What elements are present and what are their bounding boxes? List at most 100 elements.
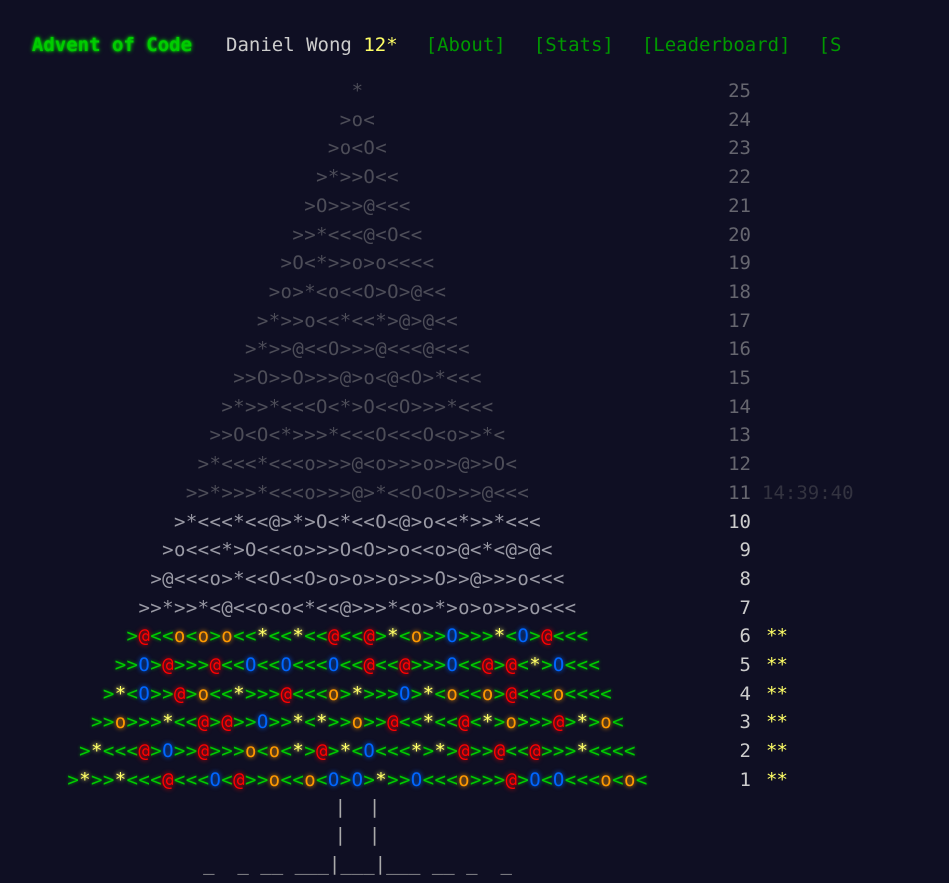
garland: < [150, 768, 163, 791]
garland: > [387, 768, 399, 791]
garland: > [529, 625, 542, 648]
day-number: 11 [728, 481, 751, 504]
calendar-day-25: * 25 [0, 77, 949, 106]
ornament-star: * [410, 740, 423, 763]
calendar-day-5[interactable]: >>O>@>>>@<<O<<O<<<O<<@<<@>>>O<<@>@<*>O<<… [0, 651, 949, 680]
calendar-day-23: >o<O< 23 [0, 134, 949, 163]
day-number: 9 [739, 539, 751, 562]
ornament-star: * [339, 740, 352, 763]
garland: > [339, 711, 352, 734]
day-stars: ** [766, 740, 788, 763]
tree-row-art: >>O>>O>>>@>o<@<O>*<<< [233, 367, 482, 389]
ornament-red: @ [316, 740, 328, 763]
ornament-red: @ [209, 654, 222, 676]
calendar-day-9[interactable]: >o<<<*>O<<<o>>>O<O>>o<<o>@<*<@>@< 9 [0, 536, 949, 565]
garland: < [138, 768, 151, 791]
day-number: 21 [728, 194, 751, 217]
garland: > [541, 711, 553, 734]
garland: > [552, 740, 565, 763]
garland: > [197, 654, 210, 676]
garland: < [564, 625, 577, 648]
day-stars: ** [766, 654, 788, 676]
calendar-day-15: >>O>>O>>>@>o<@<O>*<<< 15 [0, 364, 949, 393]
ornament-blue: O [517, 625, 530, 648]
nav-stats-link[interactable]: [Stats] [534, 34, 614, 56]
calendar-day-19: >O<*>>o>o<<<< 19 [0, 249, 949, 278]
ornament-star: * [576, 711, 589, 734]
ornament-blue: O [529, 768, 542, 791]
garland: < [209, 682, 222, 705]
ornament-blue: O [244, 654, 257, 676]
ornament-red: @ [505, 654, 518, 676]
garland: > [233, 711, 245, 734]
tree-row-art: >*<<<@>O>>@>>>o<o<*>@>*<O<<<*>*>@>>@<<@>… [0, 737, 715, 766]
garland: < [576, 768, 589, 791]
ornament-star: * [79, 768, 92, 791]
ornament-orange: o [197, 625, 210, 648]
nav-about-link[interactable]: [About] [426, 34, 506, 56]
garland: < [564, 654, 577, 676]
garland: < [244, 625, 257, 648]
garland: < [398, 625, 411, 648]
tree-row-art: * [351, 80, 364, 102]
ornament-star: * [162, 711, 174, 734]
ornament-red: @ [197, 711, 210, 734]
garland: > [268, 682, 281, 705]
garland: < [126, 682, 139, 705]
calendar-day-2[interactable]: >*<<<@>O>>@>>>o<o<*>@>*<O<<<*>*>@>>@<<@>… [0, 737, 949, 766]
garland: < [470, 711, 482, 734]
ornament-blue: O [552, 654, 565, 676]
calendar-day-10[interactable]: >*<<<*<<@>*>O<*<<O<@>o<<*>>*<<< 10 [0, 508, 949, 537]
calendar-day-3[interactable]: >>o>>>*<<@>@>>O>>*<*>>o>>@<<*<<@<*>o>>>@… [0, 708, 949, 737]
site-header: Advent of Code Daniel Wong 12* [About] [Sta… [9, 0, 842, 56]
tree-row-art: >O<*>>o>o<<<< [280, 252, 435, 275]
calendar-day-1[interactable]: >*>>*<<<@<<<O<@>>o<<o<O>O>*>>O<<<o>>>@>O… [0, 766, 949, 795]
calendar-day-4[interactable]: >*<O>>@>o<<*>>>@<<<o>*>>>O>*<o<<o>@<<<o<… [0, 680, 949, 709]
garland: < [470, 682, 482, 705]
garland: > [410, 682, 423, 705]
ornament-red: @ [458, 711, 471, 734]
garland: > [493, 711, 506, 734]
tree-row-art: >*>>*<<<O<*>O<<O>>>*<<< [221, 395, 494, 418]
ornament-blue: O [363, 740, 376, 763]
garland: > [363, 768, 376, 791]
garland: < [102, 740, 115, 763]
garland: > [244, 768, 257, 791]
day-number: 14 [728, 395, 751, 418]
calendar-day-7[interactable]: >>*>>*<@<<o<o<*<<@>>>*<o>*>o>o>>>o<<< 7 [0, 594, 949, 623]
garland: < [375, 654, 388, 676]
ornament-red: @ [221, 711, 234, 734]
garland: > [185, 740, 198, 763]
ornament-orange: o [458, 768, 471, 791]
garland: < [446, 711, 459, 734]
tree-row-art: >@<<o<o>o<<*<<*<<@<<@>*<o>>O>>>*<O>@<<< [0, 622, 715, 651]
garland: > [541, 654, 553, 676]
garland: < [292, 654, 305, 676]
ornament-blue: O [351, 768, 364, 791]
nav-leaderboard-link[interactable]: [Leaderboard] [642, 34, 791, 56]
calendar-day-6[interactable]: >@<<o<o>o<<*<<*<<@<<@>*<o>>O>>>*<O>@<<< 6… [0, 622, 949, 651]
garland: > [91, 711, 103, 734]
day-number: 23 [728, 137, 751, 160]
ornament-star: * [292, 625, 305, 648]
garland: < [387, 740, 399, 763]
garland: > [564, 740, 577, 763]
garland: < [339, 625, 352, 648]
day-number: 15 [728, 367, 751, 389]
calendar-day-8[interactable]: >@<<<o>*<<O<<O>o>o>>o>>>O>>@>>>o<<< 8 [0, 565, 949, 594]
garland: > [173, 740, 186, 763]
ornament-red: @ [138, 740, 151, 763]
garland: > [481, 625, 494, 648]
garland: > [256, 768, 269, 791]
site-title-link[interactable]: Advent of Code [32, 34, 192, 56]
garland: < [600, 682, 613, 705]
ornament-star: * [316, 711, 328, 734]
garland: > [481, 768, 494, 791]
garland: < [304, 654, 317, 676]
day-number: 20 [728, 223, 751, 246]
day-stars: ** [766, 711, 788, 734]
ornament-blue: O [138, 654, 151, 676]
ornament-red: @ [233, 768, 245, 791]
nav-sponsors-link[interactable]: [S [819, 34, 842, 56]
ornament-star: * [292, 711, 305, 734]
